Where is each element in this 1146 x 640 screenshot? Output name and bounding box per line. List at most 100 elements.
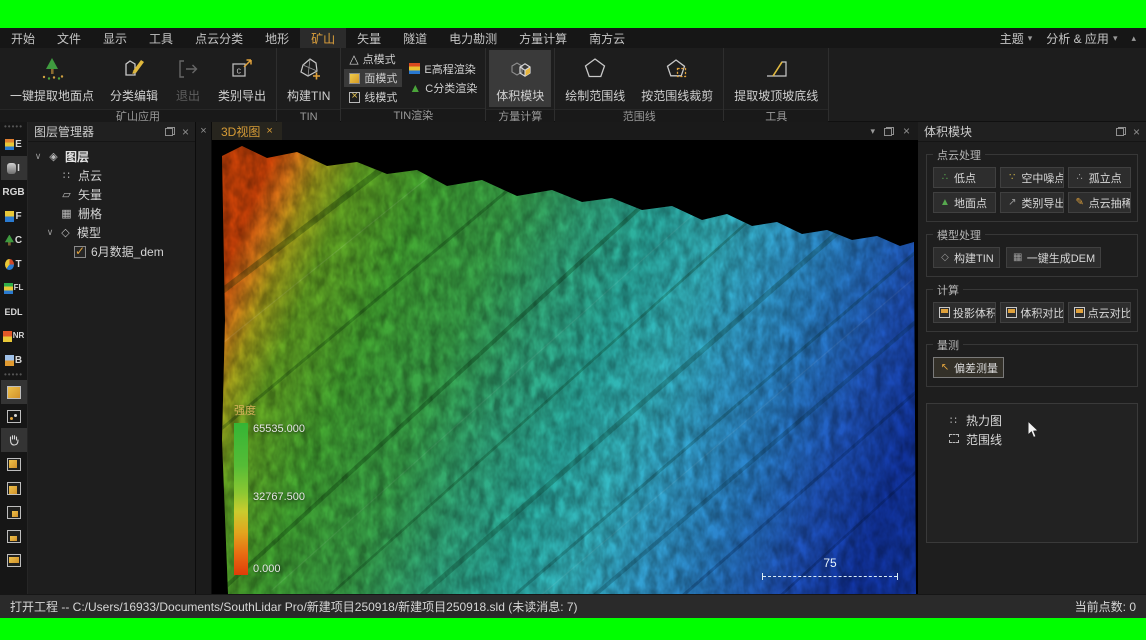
exit-button[interactable]: 退出 xyxy=(167,50,209,107)
elevation-mode-button[interactable]: E xyxy=(1,132,27,156)
scale-bar-value: 75 xyxy=(762,556,898,570)
ground-points-button[interactable]: ▲地面点 xyxy=(933,192,996,213)
expander-icon[interactable]: ∨ xyxy=(34,151,42,162)
mode-label: F xyxy=(15,211,21,222)
projection-volume-button[interactable]: 投影体积 xyxy=(933,302,996,323)
cube-face-icon xyxy=(7,530,21,543)
float-panel-icon[interactable] xyxy=(1116,127,1126,136)
build-tin-button[interactable]: ◇构建TIN xyxy=(933,247,1000,268)
collapse-ribbon-icon[interactable]: ▴ xyxy=(1131,33,1136,44)
menu-vector[interactable]: 矢量 xyxy=(346,28,392,49)
restore-view-icon[interactable] xyxy=(884,127,894,136)
view-cube-back-button[interactable] xyxy=(1,524,27,548)
clip-by-boundary-button[interactable]: 按范围线裁剪 xyxy=(634,50,720,107)
tree-node-pointcloud[interactable]: ∷ 点云 xyxy=(28,166,195,185)
mode-label: T xyxy=(15,259,21,270)
dice-view-button[interactable] xyxy=(1,404,27,428)
layer-tree: ∨ ◈ 图层 ∷ 点云 ▱ 矢量 ▦ 栅格 ∨ ◇ xyxy=(28,142,195,261)
tab-label: 3D视图 xyxy=(221,123,260,140)
menu-south-cloud[interactable]: 南方云 xyxy=(578,28,636,49)
class-render-button[interactable]: ▲ C分类渲染 xyxy=(404,79,482,97)
intensity-legend: 强度 65535.000 32767.500 0.000 xyxy=(234,402,256,575)
render-canvas[interactable]: 强度 65535.000 32767.500 0.000 75 xyxy=(212,140,918,594)
menu-file[interactable]: 文件 xyxy=(46,28,92,49)
tab-3d-view[interactable]: 3D视图 × xyxy=(212,122,282,140)
drag-handle[interactable]: ••••• xyxy=(4,372,23,380)
isolated-points-button[interactable]: ∴孤立点 xyxy=(1068,167,1131,188)
close-view-icon[interactable]: × xyxy=(903,124,910,138)
class-mode-button[interactable]: C xyxy=(1,228,27,252)
low-points-button[interactable]: ∴低点 xyxy=(933,167,996,188)
class-export-button[interactable]: c 类别导出 xyxy=(211,50,273,107)
menu-tools[interactable]: 工具 xyxy=(138,28,184,49)
pointcloud-compare-button[interactable]: 点云对比 xyxy=(1068,302,1131,323)
face-mode-button[interactable]: 面模式 xyxy=(344,69,402,87)
exit-icon xyxy=(174,53,202,85)
view-cube-top-button[interactable] xyxy=(1,452,27,476)
line-mode-button[interactable]: 线模式 xyxy=(344,88,402,106)
mode-label: C xyxy=(15,235,22,246)
analysis-dropdown[interactable]: 分析 & 应用 ▾ xyxy=(1046,30,1117,47)
volume-module-panel: 体积模块 × 点云处理 ∴低点 ∵空中噪点 ∴孤立点 ▲地面点 ↗类别导出 ✎点… xyxy=(918,122,1146,594)
classify-edit-button[interactable]: 分类编辑 xyxy=(103,50,165,107)
tree-node-raster[interactable]: ▦ 栅格 xyxy=(28,204,195,223)
drag-handle[interactable]: ••••• xyxy=(4,124,23,132)
menu-start[interactable]: 开始 xyxy=(0,28,46,49)
b-swatch-icon xyxy=(5,355,14,366)
deviation-measure-button[interactable]: ↖偏差测量 xyxy=(933,357,1004,378)
button-label: 类别导出 xyxy=(218,87,266,104)
mode-label: E xyxy=(15,139,22,150)
close-panel-icon[interactable]: × xyxy=(182,127,189,137)
intensity-mode-button[interactable]: I xyxy=(1,156,27,180)
tree-node-model[interactable]: ∨ ◇ 模型 xyxy=(28,223,195,242)
layer-visibility-checkbox[interactable] xyxy=(74,246,86,258)
menu-volume-calc[interactable]: 方量计算 xyxy=(508,28,578,49)
extract-slope-lines-button[interactable]: 提取坡顶坡底线 xyxy=(727,50,825,107)
section-title: 模型处理 xyxy=(933,227,985,243)
tree-node-layers[interactable]: ∨ ◈ 图层 xyxy=(28,147,195,166)
cube-icon xyxy=(1006,307,1017,318)
theme-dropdown[interactable]: 主题 ▾ xyxy=(1000,30,1033,47)
menu-pointcloud-classify[interactable]: 点云分类 xyxy=(184,28,254,49)
flight-mode-button[interactable]: F xyxy=(1,204,27,228)
nr-mode-button[interactable]: NR xyxy=(1,324,27,348)
intensity-swatch-icon xyxy=(7,163,16,174)
tab-list-dropdown-icon[interactable]: ▾ xyxy=(870,126,875,137)
time-mode-button[interactable]: T xyxy=(1,252,27,276)
box-select-tool-button[interactable] xyxy=(1,380,27,404)
menu-tunnel[interactable]: 隧道 xyxy=(392,28,438,49)
elevation-render-button[interactable]: E高程渲染 xyxy=(404,60,482,78)
close-tab-icon[interactable]: × xyxy=(266,125,272,137)
volume-module-button[interactable]: 体积模块 xyxy=(489,50,551,107)
menu-terrain[interactable]: 地形 xyxy=(254,28,300,49)
expander-icon[interactable]: ∨ xyxy=(46,227,54,238)
button-label: 投影体积 xyxy=(953,305,996,321)
float-panel-icon[interactable] xyxy=(165,127,175,136)
menu-display[interactable]: 显示 xyxy=(92,28,138,49)
close-icon[interactable]: × xyxy=(200,125,206,137)
menu-power-survey[interactable]: 电力勘测 xyxy=(438,28,508,49)
tree-node-vector[interactable]: ▱ 矢量 xyxy=(28,185,195,204)
point-mode-button[interactable]: △ 点模式 xyxy=(344,50,402,68)
class-export-button[interactable]: ↗类别导出 xyxy=(1000,192,1063,213)
thin-points-button[interactable]: ✎点云抽稀 xyxy=(1068,192,1131,213)
menu-mining[interactable]: 矿山 xyxy=(300,28,346,49)
fl-mode-button[interactable]: FL xyxy=(1,276,27,300)
rgb-mode-button[interactable]: RGB xyxy=(1,180,27,204)
pan-tool-button[interactable] xyxy=(1,428,27,452)
view-cube-side-button[interactable] xyxy=(1,500,27,524)
air-noise-button[interactable]: ∵空中噪点 xyxy=(1000,167,1063,188)
close-panel-icon[interactable]: × xyxy=(1133,127,1140,137)
flight-swatch-icon xyxy=(5,211,14,222)
generate-dem-button[interactable]: ▦一键生成DEM xyxy=(1006,247,1101,268)
tree-node-dem[interactable]: 6月数据_dem xyxy=(28,242,195,261)
view-cube-front-button[interactable] xyxy=(1,476,27,500)
volume-compare-button[interactable]: 体积对比 xyxy=(1000,302,1063,323)
edl-mode-button[interactable]: EDL xyxy=(1,300,27,324)
build-tin-button[interactable]: 构建TIN xyxy=(280,50,337,107)
view-cube-bottom-button[interactable] xyxy=(1,548,27,572)
b-mode-button[interactable]: B xyxy=(1,348,27,372)
extract-ground-points-button[interactable]: 一键提取地面点 xyxy=(3,50,101,107)
draw-boundary-button[interactable]: 绘制范围线 xyxy=(558,50,632,107)
button-label: 空中噪点 xyxy=(1021,170,1063,186)
